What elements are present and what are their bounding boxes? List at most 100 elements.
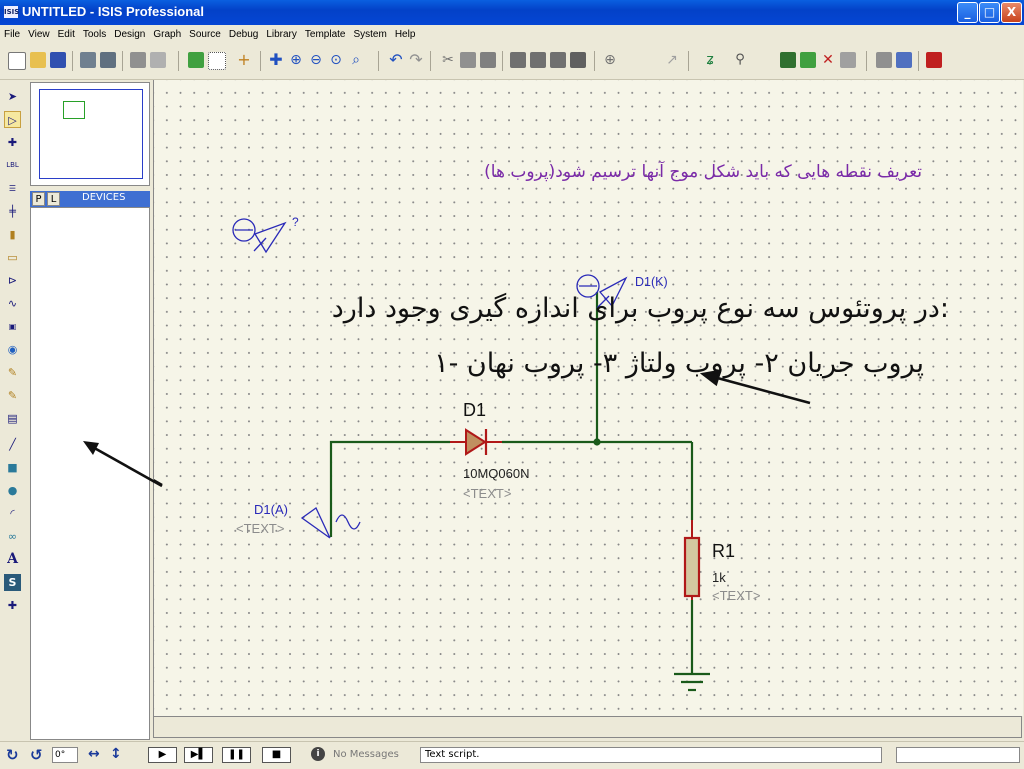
line-icon[interactable]: ╱ <box>4 436 21 453</box>
electrical-rule-check-icon[interactable] <box>896 52 912 68</box>
bill-of-materials-icon[interactable] <box>876 52 892 68</box>
virtual-instruments-icon[interactable]: ▤ <box>4 410 21 427</box>
menu-template[interactable]: Template <box>301 25 350 45</box>
block-rotate-icon[interactable] <box>550 52 566 68</box>
terminals-icon[interactable]: ▭ <box>4 249 21 266</box>
marker-icon[interactable]: ✚ <box>4 597 21 614</box>
mirror-vertical-icon[interactable]: ↕ <box>110 746 122 762</box>
junction-dot-icon[interactable]: ✚ <box>4 134 21 151</box>
origin-icon[interactable]: + <box>236 52 252 68</box>
open-folder-icon[interactable] <box>30 52 46 68</box>
text-icon[interactable]: A <box>4 551 21 568</box>
import-icon[interactable] <box>80 52 96 68</box>
paste-icon[interactable] <box>480 52 496 68</box>
maximize-button[interactable]: □ <box>979 2 1000 23</box>
pick-device-icon[interactable]: ⊕ <box>602 52 618 68</box>
subcircuit-icon[interactable]: ▮ <box>4 226 21 243</box>
minimize-button[interactable]: _ <box>957 2 978 23</box>
text-script-icon[interactable]: ☰ <box>4 180 21 197</box>
unassigned-probe[interactable]: ? <box>232 215 299 254</box>
horizontal-scrollbar[interactable] <box>153 716 1022 738</box>
add-sheet-icon[interactable] <box>800 52 816 68</box>
undo-icon[interactable]: ↶ <box>388 52 404 68</box>
new-file-icon[interactable] <box>8 52 26 70</box>
menu-debug[interactable]: Debug <box>225 25 262 45</box>
print-icon[interactable] <box>130 52 146 68</box>
cut-icon[interactable]: ✂ <box>440 52 456 68</box>
tape-recorder-icon[interactable]: ▣ <box>4 318 21 335</box>
generator-icon[interactable]: ◉ <box>4 341 21 358</box>
netlist-to-ares-icon[interactable] <box>926 52 942 68</box>
new-sheet-icon[interactable] <box>780 52 796 68</box>
zoom-in-icon[interactable]: ⊕ <box>288 52 304 68</box>
decompose-icon[interactable]: ↗ <box>664 52 680 68</box>
wire-label-icon[interactable]: LBL <box>4 157 21 174</box>
mirror-horizontal-icon[interactable]: ↔ <box>88 746 100 762</box>
voltage-probe-d1-a[interactable]: D1(A) <TEXT> <box>236 502 361 539</box>
grid-icon[interactable] <box>208 52 226 70</box>
menu-source[interactable]: Source <box>185 25 225 45</box>
redo-icon[interactable]: ↷ <box>408 52 424 68</box>
zoom-out-icon[interactable]: ⊖ <box>308 52 324 68</box>
menu-library[interactable]: Library <box>262 25 301 45</box>
copy-icon[interactable] <box>460 52 476 68</box>
path-icon[interactable]: ∞ <box>4 528 21 545</box>
remove-sheet-icon[interactable]: ✕ <box>820 52 836 68</box>
menu-help[interactable]: Help <box>391 25 420 45</box>
view-area-marker <box>63 101 85 119</box>
zoom-all-icon[interactable]: ⊙ <box>328 52 344 68</box>
box-icon[interactable]: ■ <box>4 459 21 476</box>
step-button[interactable]: ▶▌ <box>184 747 213 763</box>
block-delete-icon[interactable] <box>570 52 586 68</box>
wire-autorouter-icon[interactable]: ʑ <box>702 52 718 68</box>
block-copy-icon[interactable] <box>510 52 526 68</box>
packaging-tool-icon[interactable] <box>642 52 658 68</box>
menu-design[interactable]: Design <box>110 25 149 45</box>
menu-view[interactable]: View <box>24 25 54 45</box>
property-assignment-icon[interactable] <box>752 52 768 68</box>
menu-tools[interactable]: Tools <box>79 25 110 45</box>
rotation-field[interactable]: 0° <box>52 747 78 763</box>
current-probe-icon[interactable]: ✎ <box>4 387 21 404</box>
selection-mode-icon[interactable]: ➤ <box>4 88 21 105</box>
rotate-anticlockwise-icon[interactable]: ↺ <box>30 746 43 764</box>
overview-window[interactable] <box>30 82 150 186</box>
circle-icon[interactable]: ● <box>4 482 21 499</box>
menu-file[interactable]: File <box>0 25 24 45</box>
voltage-probe-icon[interactable]: ✎ <box>4 364 21 381</box>
schematic-canvas[interactable]: تعریف نقطه هایی که باید شکل موج آنها ترس… <box>153 80 1023 716</box>
menu-graph[interactable]: Graph <box>149 25 185 45</box>
ground-terminal[interactable] <box>674 672 710 692</box>
pick-devices-button[interactable]: P <box>32 192 45 206</box>
save-icon[interactable] <box>50 52 66 68</box>
rotate-clockwise-icon[interactable]: ↻ <box>6 746 19 764</box>
zoom-area-icon[interactable]: ⌕ <box>348 52 364 68</box>
play-button[interactable]: ▶ <box>148 747 177 763</box>
junction-dot <box>593 438 601 446</box>
arc-icon[interactable]: ◜ <box>4 505 21 522</box>
menu-system[interactable]: System <box>349 25 390 45</box>
menu-edit[interactable]: Edit <box>54 25 79 45</box>
stop-button[interactable]: ■ <box>262 747 291 763</box>
block-move-icon[interactable] <box>530 52 546 68</box>
resistor-r1[interactable]: R1 1k <TEXT> <box>683 520 760 603</box>
library-manager-button[interactable]: L <box>47 192 60 206</box>
coordinates-field <box>896 747 1020 763</box>
search-tag-icon[interactable]: ⚲ <box>732 52 748 68</box>
pan-icon[interactable]: ✚ <box>268 52 284 68</box>
refresh-icon[interactable] <box>188 52 204 68</box>
messages-status[interactable]: No Messages <box>333 749 399 760</box>
export-icon[interactable] <box>100 52 116 68</box>
close-button[interactable]: X <box>1001 2 1022 23</box>
print-area-icon[interactable] <box>150 52 166 68</box>
make-device-icon[interactable] <box>622 52 638 68</box>
device-pins-icon[interactable]: ⊳ <box>4 272 21 289</box>
buses-icon[interactable]: ╪ <box>4 203 21 220</box>
exit-to-parent-icon[interactable] <box>840 52 856 68</box>
info-icon[interactable]: i <box>311 747 325 761</box>
diode-d1[interactable]: D1 10MQ060N <TEXT> <box>450 400 529 501</box>
graph-mode-icon[interactable]: ∿ <box>4 295 21 312</box>
symbol-icon[interactable]: S <box>4 574 21 591</box>
component-mode-icon[interactable]: ▷ <box>4 111 21 128</box>
pause-button[interactable]: ❚❚ <box>222 747 251 763</box>
